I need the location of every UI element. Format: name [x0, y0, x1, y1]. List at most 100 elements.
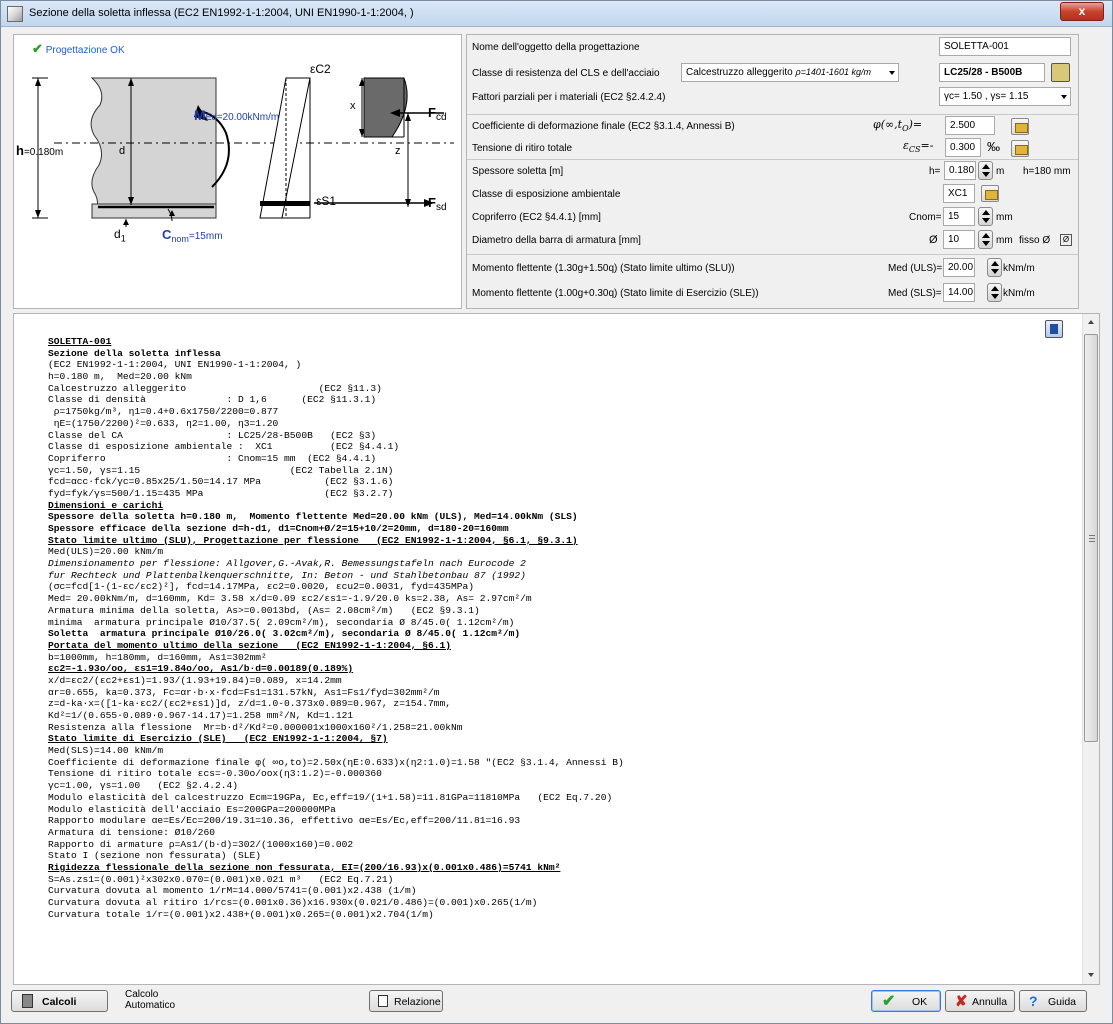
cover-row: Copriferro (EC2 §4.4.1) [mm] Cnom= 15 mm [467, 207, 1078, 229]
shrinkage-input[interactable]: 0.300 [945, 138, 981, 157]
fixed-diameter-checkbox[interactable]: Ø [1060, 234, 1072, 246]
creep-symbol: φ(∞,tO)= [873, 118, 923, 134]
es1-label: εS1 [316, 194, 337, 208]
creep-row: Coefficiente di deformazione finale (EC2… [467, 116, 1078, 138]
close-button[interactable]: x [1060, 2, 1104, 21]
shrinkage-row: Tensione di ritiro totale εCS=- 0.300 ‰ [467, 138, 1078, 160]
bar-prefix: Ø [929, 234, 938, 246]
cover-input[interactable]: 15 [943, 207, 975, 226]
report-line: εc2=-1.93o/oo, εs1=19.84o/oo, As1/b·d=0.… [48, 663, 354, 675]
med-sls-spinner[interactable] [987, 283, 1002, 302]
help-icon: ? [1029, 993, 1038, 1009]
report-line: Coefficiente di deformazione finale φ( ∞… [48, 756, 624, 768]
geometry-group: Spessore soletta [m] h= 0.180 m h=180 mm… [467, 160, 1078, 255]
cover-prefix: Cnom= [909, 212, 942, 223]
bar-fixed-label: fisso Ø [1019, 235, 1051, 246]
object-name-row: Nome dell'oggetto della progettazione SO… [467, 37, 1078, 59]
report-line: Stato limite di Esercizio (SLE) (EC2 EN1… [48, 733, 388, 745]
report-line: Armatura minima della soletta, As>=0.001… [48, 604, 480, 616]
report-line: fcd=αcc·fck/γc=0.85x25/1.50=14.17 MPa (E… [48, 476, 394, 488]
ec2-label: εC2 [310, 62, 331, 76]
report-line: (σc=fcd[1-(1-εc/εc2)²], fcd=14.17MPa, εc… [48, 581, 475, 593]
report-line: Classe di densità : D 1,6 (EC2 §11.3.1) [48, 394, 377, 406]
report-line: SOLETTA-001 [48, 336, 112, 347]
exposure-input[interactable]: XC1 [943, 184, 975, 203]
report-line: x/d=εc2/(εc2+εs1)=1.93/(1.93+19.84)=0.08… [48, 674, 342, 686]
report-line: Portata del momento ultimo della sezione… [48, 639, 452, 651]
report-line: S=As.zs1=(0.001)²x302x0.070=(0.001)x0.02… [48, 873, 394, 885]
report-line: ρ=1750kg/m³, η1=0.4+0.6x1750/2200=0.877 [48, 406, 279, 418]
report-line: γc=1.50, γs=1.15 (EC2 Tabella 2.1N) [48, 464, 394, 476]
med-uls-unit: kNm/m [1003, 263, 1035, 274]
section-diagram: ✔ Progettazione OK εC2 x z d h=0.180m ME… [13, 34, 462, 309]
concrete-type-select[interactable]: Calcestruzzo alleggerito ρ=1401-1601 kg/… [681, 63, 899, 82]
thickness-unit: m [996, 166, 1005, 177]
creep-input[interactable]: 2.500 [945, 116, 995, 135]
med-sls-input[interactable]: 14.00 [943, 283, 975, 302]
bar-input[interactable]: 10 [943, 230, 975, 249]
calculator-icon [22, 994, 33, 1008]
thickness-mm: h=180 mm [1023, 166, 1071, 177]
thickness-input[interactable]: 0.180 [944, 161, 976, 180]
print-icon[interactable] [1045, 320, 1063, 338]
help-button[interactable]: ? Guida [1019, 990, 1087, 1012]
report-line: (EC2 EN1992-1-1:2004, UNI EN1990-1-1:200… [48, 359, 302, 371]
bar-label: Diametro della barra di armatura [mm] [472, 235, 641, 246]
creep-group: Coefficiente di deformazione finale (EC2… [467, 115, 1078, 160]
med-uls-spinner[interactable] [987, 258, 1002, 277]
report-line: αr=0.655, ka=0.373, Fc=αr·b·x·fcd=Fs1=13… [48, 686, 440, 698]
materials-group: Nome dell'oggetto della progettazione SO… [467, 35, 1078, 115]
partial-factors-select[interactable]: γc= 1.50 , γs= 1.15 [939, 87, 1071, 106]
calc-button[interactable]: Calcoli [11, 990, 108, 1012]
properties-panel: Nome dell'oggetto della progettazione SO… [466, 34, 1079, 309]
class-label: Classe di resistenza del CLS e dell'acci… [472, 68, 660, 79]
report-text: SOLETTA-001 Sezione della soletta infless… [48, 336, 1068, 920]
fcd-label: Fcd [428, 105, 447, 124]
grip-icon [1089, 535, 1095, 542]
cover-unit: mm [996, 212, 1013, 223]
report-line: Copriferro : Cnom=15 mm (EC2 §4.4.1) [48, 452, 377, 464]
bar-unit: mm [996, 235, 1013, 246]
report-line: Tensione di ritiro totale εcs=-0.30o/oox… [48, 768, 382, 780]
report-button[interactable]: Relazione [369, 990, 443, 1012]
loads-group: Momento flettente (1.30g+1.50q) (Stato l… [467, 255, 1078, 309]
shrinkage-label: Tensione di ritiro totale [472, 143, 573, 154]
cnom-label: Cnom=15mm [162, 227, 223, 245]
thickness-spinner[interactable] [978, 161, 993, 180]
d-label: d [119, 145, 126, 157]
report-line: Curvatura dovuta al momento 1/rM=14.000/… [48, 885, 417, 897]
object-name-label: Nome dell'oggetto della progettazione [472, 42, 640, 53]
med-sls-prefix: Med (SLS)= [888, 288, 942, 299]
folder-icon[interactable] [1011, 118, 1029, 135]
report-line: γc=1.00, γs=1.00 (EC2 §2.4.2.4) [48, 780, 238, 792]
ok-button[interactable]: ✔ OK [871, 990, 941, 1012]
med-uls-label: Momento flettente (1.30g+1.50q) (Stato l… [472, 263, 735, 274]
check-icon: ✔ [882, 993, 896, 1010]
report-line: Armatura di tensione: Ø10/260 [48, 826, 215, 838]
report-area[interactable]: SOLETTA-001 Sezione della soletta infless… [13, 313, 1100, 985]
creep-label: Coefficiente di deformazione finale (EC2… [472, 121, 735, 132]
report-line: Curvatura totale 1/r=(0.001)x2.438+(0.00… [48, 908, 434, 920]
med-uls-input[interactable]: 20.00 [943, 258, 975, 277]
cover-spinner[interactable] [978, 207, 993, 226]
report-line: h=0.180 m, Med=20.00 kNm [48, 371, 192, 383]
scrollbar-thumb[interactable] [1084, 334, 1098, 742]
scroll-down-icon[interactable] [1083, 967, 1099, 984]
app-icon [7, 6, 23, 22]
calculator-icon[interactable] [1051, 63, 1070, 82]
partial-factors-row: Fattori parziali per i materiali (EC2 §2… [467, 87, 1078, 109]
close-icon: ✘ [955, 993, 968, 1010]
folder-icon[interactable] [981, 185, 999, 202]
report-line: Dimensionamento per flessione: Allgover,… [48, 558, 526, 570]
partial-factors-label: Fattori parziali per i materiali (EC2 §2… [472, 92, 666, 103]
auto-calc-label[interactable]: Calcolo Automatico [125, 989, 175, 1011]
object-name-input[interactable]: SOLETTA-001 [939, 37, 1071, 56]
z-label: z [395, 145, 401, 157]
vertical-scrollbar[interactable] [1082, 314, 1099, 984]
report-line: Spessore della soletta h=0.180 m, Moment… [48, 511, 578, 523]
bar-spinner[interactable] [978, 230, 993, 249]
cancel-button[interactable]: ✘ Annulla [945, 990, 1015, 1012]
folder-icon[interactable] [1011, 140, 1029, 157]
title-bar: Sezione della soletta inflessa (EC2 EN19… [1, 1, 1112, 27]
scroll-up-icon[interactable] [1083, 314, 1099, 331]
